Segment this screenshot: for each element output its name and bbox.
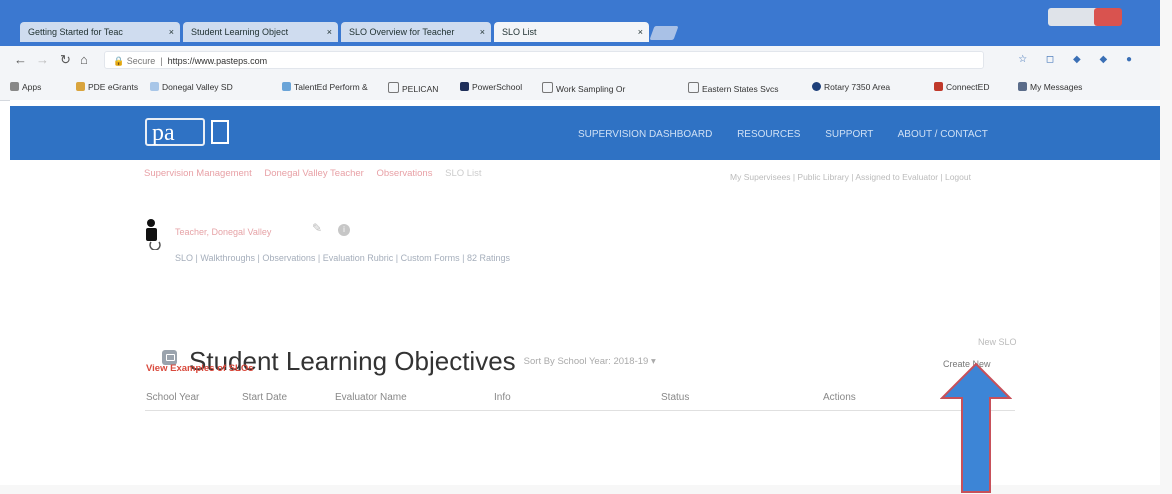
star-icon[interactable]: ☆ ◻ ◆ ◆ ● <box>1018 54 1140 65</box>
bookmark-talented[interactable]: TalentEd Perform & <box>282 82 368 92</box>
column-status[interactable]: Status <box>661 392 689 403</box>
bookmark-icon <box>150 82 159 91</box>
profile-badge-accent <box>1094 8 1122 26</box>
bookmark-label: PELICAN <box>402 84 439 94</box>
lock-icon: 🔒 <box>113 56 125 66</box>
tab-bar: Getting Started for Teac × Student Learn… <box>0 0 1160 46</box>
main-nav: SUPERVISION DASHBOARD RESOURCES SUPPORT … <box>578 129 1010 140</box>
tab-label: SLO List <box>502 27 537 37</box>
tab-label: Student Learning Object <box>191 27 289 37</box>
breadcrumb-teacher[interactable]: Donegal Valley Teacher <box>264 168 363 179</box>
teacher-name-link[interactable]: Teacher, Donegal Valley <box>175 227 271 237</box>
tab-slo-overview[interactable]: SLO Overview for Teacher × <box>341 22 491 42</box>
bookmark-pde[interactable]: PDE eGrants <box>76 82 138 92</box>
bookmark-icon <box>812 82 821 91</box>
browser-window: Getting Started for Teac × Student Learn… <box>0 0 1160 493</box>
url-text: https://www.pasteps.com <box>167 56 268 66</box>
bookmark-dvsd[interactable]: Donegal Valley SD <box>150 82 233 92</box>
table-divider <box>145 410 1015 411</box>
page-icon <box>542 82 553 93</box>
bookmark-icon <box>1018 82 1027 91</box>
bookmark-connected[interactable]: ConnectED <box>934 82 989 92</box>
apps-icon <box>10 82 19 91</box>
bookmark-label: ConnectED <box>946 82 990 92</box>
bookmark-label: Apps <box>22 82 42 92</box>
bookmark-rotary[interactable]: Rotary 7350 Area <box>812 82 890 92</box>
teacher-subnav[interactable]: SLO | Walkthroughs | Observations | Eval… <box>175 253 510 263</box>
breadcrumb-supervision-management[interactable]: Supervision Management <box>144 168 252 179</box>
page-content: pa SUPERVISION DASHBOARD RESOURCES SUPPO… <box>10 100 1160 493</box>
page-icon <box>688 82 699 93</box>
new-tab-button[interactable] <box>649 26 679 40</box>
column-school-year[interactable]: School Year <box>146 392 199 403</box>
arrow-up-icon <box>940 362 1012 493</box>
close-tab-icon[interactable]: × <box>480 22 485 42</box>
bookmark-label: My Messages <box>1030 82 1083 92</box>
bookmark-pelican[interactable]: PELICAN <box>388 82 438 94</box>
bookmark-icon <box>460 82 469 91</box>
site-logo[interactable]: pa <box>145 114 255 154</box>
bookmark-apps[interactable]: Apps <box>10 82 41 92</box>
tab-label: Getting Started for Teac <box>28 27 123 37</box>
logo-text: pa <box>145 118 205 146</box>
column-start-date[interactable]: Start Date <box>242 392 287 403</box>
column-evaluator-name[interactable]: Evaluator Name <box>335 392 407 403</box>
forward-icon[interactable]: → <box>36 52 49 67</box>
sort-label: Sort By School Year: <box>523 356 611 367</box>
tab-slo-objects[interactable]: Student Learning Object × <box>183 22 338 42</box>
page-icon <box>388 82 399 93</box>
profile-badge[interactable] <box>1048 8 1122 26</box>
edit-icon[interactable]: ✎ <box>312 221 322 235</box>
bookmarks-bar: Apps PDE eGrants Donegal Valley SD Talen… <box>0 74 1160 101</box>
bookmark-icon <box>76 82 85 91</box>
address-bar: ← → ↻ ⌂ 🔒 Secure | https://www.pasteps.c… <box>0 46 1160 75</box>
bookmark-label: PowerSchool <box>472 82 523 92</box>
tab-slo-list[interactable]: SLO List × <box>494 22 649 42</box>
site-header: pa SUPERVISION DASHBOARD RESOURCES SUPPO… <box>10 106 1160 160</box>
bookmark-label: Eastern States Svcs <box>702 84 779 94</box>
home-icon[interactable]: ⌂ <box>80 52 88 67</box>
new-slo-label: New SLO <box>978 337 1017 347</box>
nav-resources[interactable]: RESOURCES <box>737 129 800 140</box>
column-info: Info <box>494 392 511 403</box>
column-actions: Actions <box>823 392 856 403</box>
breadcrumb-observations[interactable]: Observations <box>376 168 432 179</box>
account-links[interactable]: My Supervisees | Public Library | Assign… <box>730 172 971 182</box>
nav-support[interactable]: SUPPORT <box>825 129 873 140</box>
bookmark-label: PDE eGrants <box>88 82 139 92</box>
close-tab-icon[interactable]: × <box>169 22 174 42</box>
bookmark-label: Donegal Valley SD <box>162 82 233 92</box>
sort-value: 2018-19 <box>613 356 649 367</box>
nav-supervision-dashboard[interactable]: SUPERVISION DASHBOARD <box>578 129 712 140</box>
tab-label: SLO Overview for Teacher <box>349 27 455 37</box>
bookmark-icon <box>282 82 291 91</box>
person-icon <box>146 219 161 250</box>
close-tab-icon[interactable]: × <box>638 22 643 42</box>
logo-mark <box>211 120 229 144</box>
sort-by-school-year[interactable]: Sort By School Year: 2018-19 ▾ <box>524 356 656 367</box>
breadcrumb-current: SLO List <box>445 168 482 179</box>
bookmark-work-sampling[interactable]: Work Sampling Or <box>542 82 625 94</box>
close-tab-icon[interactable]: × <box>327 22 332 42</box>
url-secure-label: Secure <box>126 56 156 66</box>
tab-getting-started[interactable]: Getting Started for Teac × <box>20 22 180 42</box>
teacher-actions: ✎ i <box>312 221 351 236</box>
bookmark-label: Rotary 7350 Area <box>824 82 891 92</box>
nav-about-contact[interactable]: ABOUT / CONTACT <box>898 129 988 140</box>
bookmark-eastern-states[interactable]: Eastern States Svcs <box>688 82 779 94</box>
bookmark-powerschool[interactable]: PowerSchool <box>460 82 522 92</box>
bookmark-my-messages[interactable]: My Messages <box>1018 82 1082 92</box>
back-icon[interactable]: ← <box>14 52 27 67</box>
breadcrumb: Supervision Management Donegal Valley Te… <box>144 168 492 179</box>
bookmark-label: Work Sampling Or <box>556 84 626 94</box>
view-examples-link[interactable]: View Examples of SLOs <box>146 363 254 374</box>
bookmark-icon <box>934 82 943 91</box>
url-field[interactable]: 🔒 Secure | https://www.pasteps.com <box>104 51 984 69</box>
bookmark-label: TalentEd Perform & <box>294 82 368 92</box>
reload-icon[interactable]: ↻ <box>60 52 71 68</box>
info-icon[interactable]: i <box>338 224 351 236</box>
